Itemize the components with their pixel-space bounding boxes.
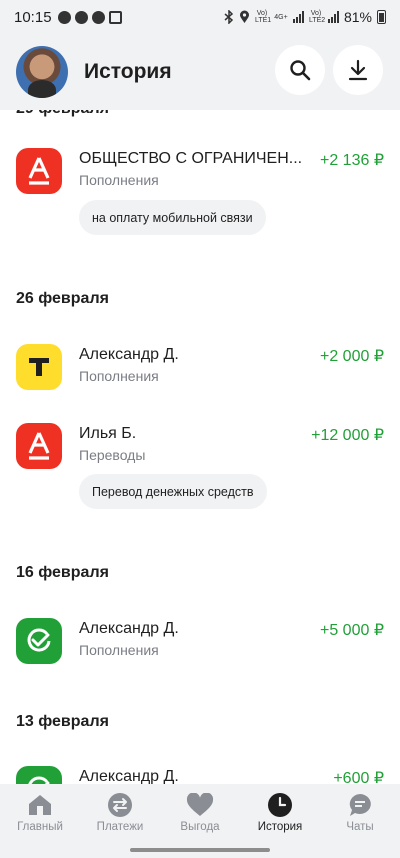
signal-icon: [327, 11, 339, 23]
location-icon: [239, 10, 249, 23]
message-icon: [74, 10, 88, 24]
history-list[interactable]: 29 февраля ОБЩЕСТВО С ОГРАНИЧЕН... Попол…: [0, 110, 400, 784]
transaction-name: ОБЩЕСТВО С ОГРАНИЧЕН...: [79, 150, 303, 167]
sim2-indicator: Vo) LTE2: [308, 10, 326, 24]
transaction-amount: +2 000 ₽: [319, 348, 384, 365]
nav-label: Чаты: [346, 821, 374, 833]
transaction-amount: +600 ₽: [333, 770, 384, 784]
page-title: История: [84, 60, 172, 83]
transaction-amount: +12 000 ₽: [311, 427, 384, 444]
notification-icons: [57, 10, 122, 24]
transaction-note: Перевод денежных средств: [79, 474, 267, 509]
transaction-item[interactable]: Александр Д. Пополнения +2 000 ₽: [0, 340, 400, 404]
alfa-bank-logo: [16, 423, 62, 469]
transaction-note: на оплату мобильной связи: [79, 200, 266, 235]
status-time: 10:15: [14, 8, 52, 26]
nav-label: Платежи: [96, 821, 144, 833]
transaction-item[interactable]: Александр Д. +600 ₽: [0, 762, 400, 784]
search-icon: [290, 60, 311, 81]
whatsapp-icon: [57, 10, 71, 24]
status-bar: 10:15 Vo) LTE1 4G+ Vo) LTE2 81%: [0, 0, 400, 34]
battery-percent: 81%: [343, 9, 372, 25]
bluetooth-icon: [224, 10, 234, 24]
transaction-item[interactable]: Александр Д. Пополнения +5 000 ₽: [0, 614, 400, 678]
nav-label: История: [257, 821, 303, 833]
transaction-amount: +2 136 ₽: [319, 152, 384, 169]
history-clock-icon: [266, 792, 294, 818]
app-notification-icon: [91, 10, 105, 24]
transaction-name: Александр Д.: [79, 620, 179, 637]
screen-icon: [108, 10, 122, 24]
search-button[interactable]: [275, 45, 325, 95]
home-icon: [26, 792, 54, 818]
transaction-name: Александр Д.: [79, 768, 179, 784]
sber-logo: [16, 766, 62, 784]
download-icon: [348, 59, 368, 81]
transaction-category: Пополнения: [79, 642, 159, 658]
nav-benefits[interactable]: Выгода: [160, 792, 240, 833]
nav-label: Главный: [17, 821, 63, 833]
nav-chats[interactable]: Чаты: [320, 792, 400, 833]
payments-icon: [106, 792, 134, 818]
t-bank-logo: [16, 344, 62, 390]
heart-icon: [186, 792, 214, 818]
section-title-partial: 29 февраля: [16, 110, 109, 118]
transaction-category: Переводы: [79, 447, 146, 463]
transaction-item[interactable]: ОБЩЕСТВО С ОГРАНИЧЕН... Пополнения +2 13…: [0, 144, 400, 208]
app-header: История: [0, 34, 400, 110]
nav-label: Выгода: [180, 821, 220, 833]
chat-icon: [346, 792, 374, 818]
avatar[interactable]: [16, 46, 68, 98]
nav-history[interactable]: История: [240, 792, 320, 833]
section-title: 13 февраля: [16, 713, 109, 730]
transaction-category: Пополнения: [79, 172, 159, 188]
sim1-indicator: Vo) LTE1: [254, 10, 272, 24]
home-indicator[interactable]: [130, 848, 270, 852]
transaction-amount: +5 000 ₽: [319, 622, 384, 639]
transaction-category: Пополнения: [79, 368, 159, 384]
network-type: 4G+: [274, 13, 288, 21]
battery-icon: [377, 10, 386, 24]
nav-home[interactable]: Главный: [0, 792, 80, 833]
nav-payments[interactable]: Платежи: [80, 792, 160, 833]
transaction-name: Илья Б.: [79, 425, 137, 442]
sber-logo: [16, 618, 62, 664]
alfa-bank-logo: [16, 148, 62, 194]
signal-icon: [292, 11, 304, 23]
system-icons: Vo) LTE1 4G+ Vo) LTE2 81%: [224, 9, 386, 25]
transaction-name: Александр Д.: [79, 346, 179, 363]
download-button[interactable]: [333, 45, 383, 95]
bottom-navigation: Главный Платежи Выгода История Чаты: [0, 784, 400, 858]
section-title: 26 февраля: [16, 290, 109, 307]
section-title: 16 февраля: [16, 564, 109, 581]
